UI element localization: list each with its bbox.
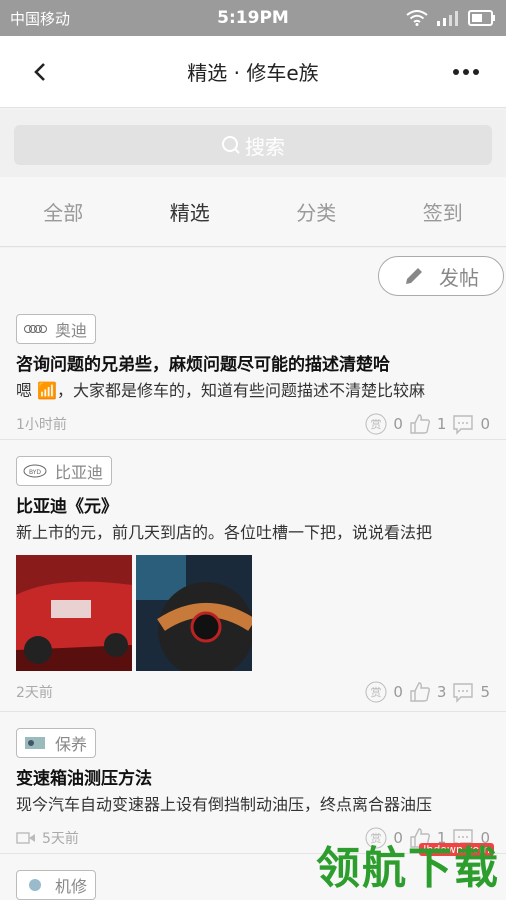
category-tag[interactable]: 机修 [16, 870, 97, 900]
pencil-icon [406, 268, 422, 284]
tab-category[interactable]: 分类 [253, 177, 380, 246]
back-button[interactable] [0, 36, 80, 108]
post-time: 2天前 [16, 685, 53, 701]
svg-text:赏: 赏 [371, 418, 382, 431]
post-body: 现今汽车自动变速器上设有倒挡制动油压，终点离合器油压 [16, 795, 433, 814]
tag-label: 机修 [55, 877, 88, 896]
post-title: 比亚迪《元》 [16, 497, 118, 517]
tag-label: 比亚迪 [55, 463, 104, 482]
more-dots-icon [453, 68, 459, 75]
thumb-up-icon[interactable] [409, 681, 431, 703]
comment-icon[interactable] [452, 681, 474, 703]
comment-count: 0 [480, 415, 490, 433]
new-post-label: 发帖 [439, 265, 479, 290]
post-body: 嗯 📶，大家都是修车的，知道有些问题描述不清楚比较麻 [16, 381, 426, 400]
post-stats: 赏 0 3 5 [365, 681, 490, 703]
list-item[interactable]: BYD 比亚迪 比亚迪《元》 新上市的元，前几天到店的。各位吐槽一下把，说说看法… [0, 456, 506, 712]
svg-text:BYD: BYD [29, 469, 41, 476]
search-input[interactable]: 搜索 [14, 125, 492, 165]
more-dot [473, 68, 479, 75]
post-meta: 1小时前 赏 0 1 0 [16, 413, 490, 435]
byd-logo-icon: BYD [23, 464, 47, 478]
chevron-left-icon [34, 62, 45, 81]
thumb-up-icon[interactable] [409, 413, 431, 435]
comment-count: 5 [480, 683, 490, 701]
category-tag[interactable]: BYD 比亚迪 [16, 456, 113, 486]
more-button[interactable] [426, 68, 506, 75]
audi-logo-icon [24, 325, 47, 333]
post-title: 变速箱油测压方法 [16, 769, 152, 789]
reward-icon[interactable]: 赏 [365, 681, 387, 703]
post-image[interactable] [16, 555, 132, 671]
maintenance-icon [25, 737, 45, 749]
status-bar: 中国移动 5:19PM [0, 0, 506, 36]
tab-bar: 全部 精选 分类 签到 [0, 177, 506, 247]
comment-icon[interactable] [452, 413, 474, 435]
post-title: 咨询问题的兄弟些，麻烦问题尽可能的描述清楚哈 [16, 355, 390, 375]
search-placeholder: 搜索 [245, 134, 285, 159]
post-image[interactable] [136, 555, 252, 671]
list-item[interactable]: 奥迪 咨询问题的兄弟些，麻烦问题尽可能的描述清楚哈 嗯 📶，大家都是修车的，知道… [0, 314, 506, 440]
category-tag[interactable]: 保养 [16, 728, 97, 758]
search-icon [222, 136, 240, 154]
tab-all[interactable]: 全部 [0, 177, 127, 246]
svg-text:赏: 赏 [371, 686, 382, 699]
video-icon [16, 832, 35, 844]
tab-featured[interactable]: 精选 [127, 177, 254, 246]
reward-count: 0 [393, 683, 403, 701]
clock: 5:19PM [217, 8, 289, 28]
post-time: 5天前 [42, 831, 79, 847]
post-body: 新上市的元，前几天到店的。各位吐槽一下把，说说看法把 [16, 523, 433, 542]
post-time: 1小时前 [16, 417, 67, 433]
post-images [16, 555, 490, 671]
post-meta: 2天前 赏 0 3 5 [16, 681, 490, 703]
tab-checkin[interactable]: 签到 [380, 177, 506, 246]
reward-icon[interactable]: 赏 [365, 413, 387, 435]
tag-label: 保养 [55, 735, 88, 754]
tag-label: 奥迪 [55, 321, 88, 340]
search-area: 搜索 [0, 110, 506, 177]
post-stats: 赏 0 1 0 [365, 413, 490, 435]
page-title: 精选 · 修车e族 [187, 61, 319, 85]
post-list: 发帖 奥迪 咨询问题的兄弟些，麻烦问题尽可能的描述清楚哈 嗯 📶，大家都是修车的… [0, 248, 506, 900]
like-count: 1 [436, 415, 447, 433]
category-tag[interactable]: 奥迪 [16, 314, 97, 344]
like-count: 3 [436, 683, 447, 701]
new-post-button[interactable]: 发帖 [378, 256, 504, 296]
mechanic-icon [29, 879, 41, 891]
more-dot [463, 68, 469, 75]
watermark: 领航下载 [316, 843, 500, 894]
reward-count: 0 [393, 415, 403, 433]
nav-bar: 精选 · 修车e族 [0, 36, 506, 108]
